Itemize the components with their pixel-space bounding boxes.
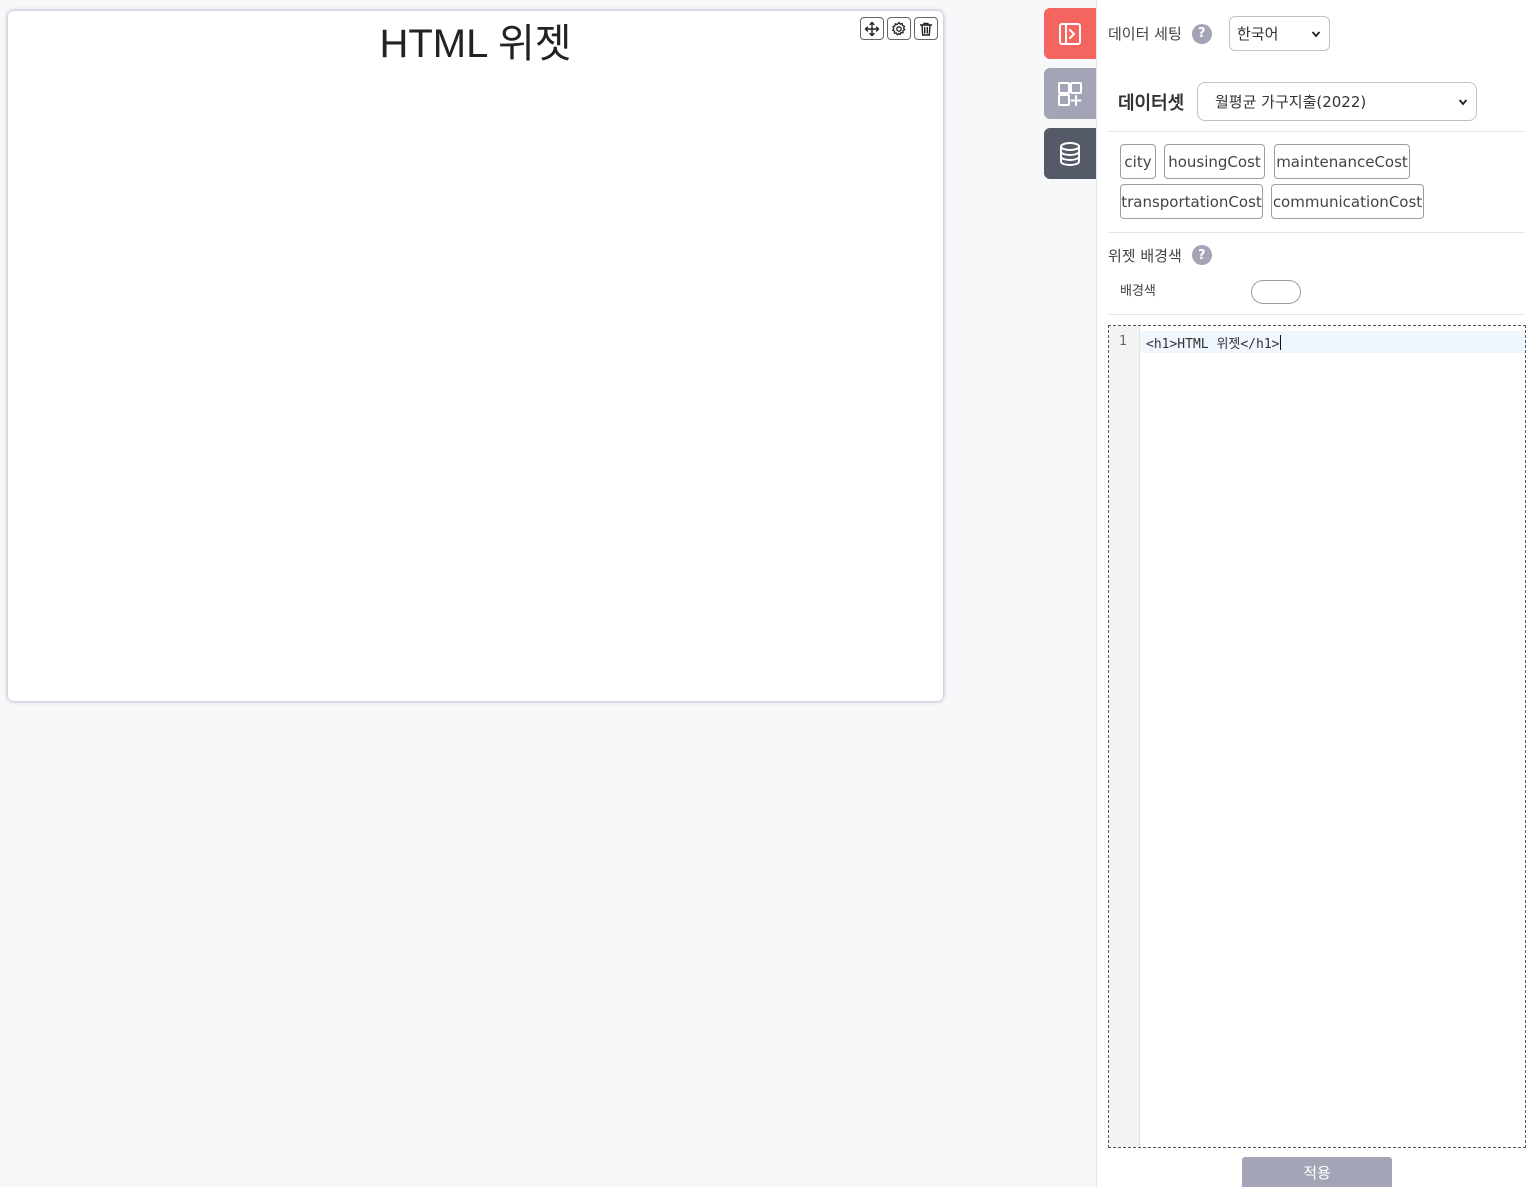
- html-code-editor[interactable]: 1 <h1>HTML 위젯</h1>: [1108, 325, 1526, 1148]
- line-number: 1: [1119, 334, 1127, 349]
- help-icon[interactable]: ?: [1191, 23, 1212, 44]
- editor-gutter: [1109, 326, 1140, 1147]
- side-tab-bar: [1044, 8, 1096, 188]
- apply-button[interactable]: 적용: [1242, 1157, 1392, 1187]
- data-setting-header: 데이터 세팅 ?: [1108, 16, 1212, 51]
- widget-title: HTML 위젯: [379, 22, 572, 66]
- trash-icon: [919, 22, 933, 36]
- field-chip-transportation-cost[interactable]: transportationCost: [1120, 184, 1263, 219]
- field-chip-housing-cost[interactable]: housingCost: [1164, 144, 1265, 179]
- divider: [1108, 232, 1525, 233]
- field-chip-maintenance-cost[interactable]: maintenanceCost: [1274, 144, 1410, 179]
- dashboard-canvas: HTML 위젯: [0, 0, 1044, 1187]
- widget-bg-label: 위젯 배경색: [1108, 246, 1182, 265]
- add-widget-tab[interactable]: [1044, 68, 1096, 119]
- chevron-down-icon: [1311, 30, 1321, 37]
- bg-color-picker[interactable]: [1251, 280, 1301, 304]
- language-select[interactable]: 한국어: [1229, 16, 1330, 51]
- field-chip-communication-cost[interactable]: communicationCost: [1271, 184, 1424, 219]
- data-setting-label: 데이터 세팅: [1108, 25, 1182, 43]
- code-line: <h1>HTML 위젯</h1>: [1146, 333, 1281, 352]
- chevron-down-icon: [1458, 98, 1468, 105]
- gear-icon: [891, 20, 906, 36]
- settings-button[interactable]: [887, 17, 911, 40]
- divider: [1108, 131, 1525, 132]
- code-text: <h1>HTML 위젯</h1>: [1146, 337, 1280, 352]
- database-icon: [1060, 141, 1080, 166]
- delete-button[interactable]: [914, 17, 938, 40]
- widget-bg-header: 위젯 배경색 ?: [1108, 244, 1212, 266]
- dataset-select[interactable]: 월평균 가구지출(2022): [1197, 82, 1477, 121]
- add-widget-icon: [1058, 81, 1082, 106]
- divider: [1108, 314, 1525, 315]
- data-settings-tab[interactable]: [1044, 128, 1096, 179]
- language-select-value: 한국어: [1237, 25, 1279, 43]
- dataset-header: 데이터셋: [1118, 82, 1184, 121]
- widget-toolbar: [860, 17, 938, 40]
- html-widget[interactable]: HTML 위젯: [8, 11, 943, 701]
- move-button[interactable]: [860, 17, 884, 40]
- move-icon: [864, 21, 880, 36]
- dataset-select-value: 월평균 가구지출(2022): [1215, 93, 1367, 111]
- field-chip-city[interactable]: city: [1120, 144, 1156, 179]
- bg-color-label: 배경색: [1120, 284, 1156, 299]
- settings-panel: 데이터 세팅 ? 한국어 데이터셋 월평균 가구지출(2022) city ho…: [1096, 0, 1527, 1187]
- help-icon[interactable]: ?: [1191, 245, 1212, 265]
- text-cursor: [1279, 335, 1281, 350]
- dataset-label: 데이터셋: [1118, 92, 1185, 114]
- toggle-panel-tab[interactable]: [1044, 8, 1096, 59]
- panel-toggle-icon: [1059, 22, 1081, 45]
